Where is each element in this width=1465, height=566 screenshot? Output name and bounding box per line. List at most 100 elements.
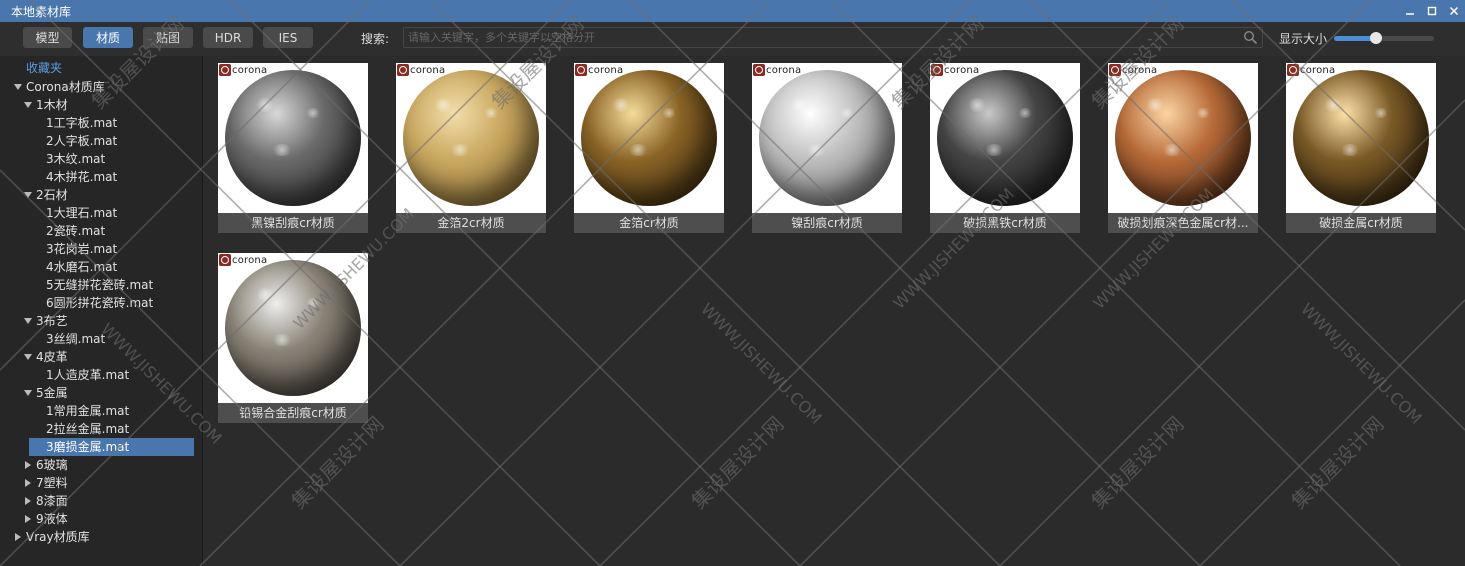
tree-item-label: 2石材 [36,188,68,202]
tree-item-label: 9液体 [36,512,68,526]
specular-highlight [611,98,631,112]
material-thumbnail[interactable]: corona [1286,63,1436,213]
material-card[interactable]: corona 黑镍刮痕cr材质 [218,63,368,233]
corona-logo-icon [1287,64,1299,76]
corona-logo: corona [931,64,979,76]
tree-item-file[interactable]: 4水磨石.mat [0,258,195,276]
collapse-arrow-icon[interactable] [25,515,31,523]
material-card[interactable]: corona 破损金属cr材质 [1286,63,1436,233]
search-label: 搜索: [361,32,390,46]
tree-item-folder[interactable]: Corona材质库 [0,78,195,96]
search-icon[interactable] [1243,30,1258,45]
corona-logo-text: corona [1122,64,1158,76]
tree-item-folder[interactable]: 2石材 [0,186,195,204]
tree-item-label: 2瓷砖.mat [46,224,106,238]
material-name: 破损金属cr材质 [1286,213,1436,233]
corona-logo-icon [219,64,231,76]
tab-texture[interactable]: 贴图 [143,27,193,48]
display-size-slider[interactable] [1334,32,1434,44]
tree-item-file[interactable]: 3磨损金属.mat [29,438,194,456]
tree-item-file[interactable]: 2人字板.mat [0,132,195,150]
specular-highlight [789,98,809,112]
tree-item-label: 3布艺 [36,314,68,328]
display-size-label: 显示大小 [1279,32,1328,46]
corona-logo: corona [397,64,445,76]
tree-item-file[interactable]: 3丝绸.mat [0,330,195,348]
slider-thumb[interactable] [1370,32,1382,44]
expand-arrow-icon[interactable] [24,102,32,108]
tree-item-label: 4水磨石.mat [46,260,118,274]
tree-item-label: 3丝绸.mat [46,332,106,346]
search-field[interactable] [403,27,1263,48]
favorites-link[interactable]: 收藏夹 [26,59,62,76]
specular-highlight [271,144,293,156]
tree-item-label: 1工字板.mat [46,116,118,130]
tree-item-folder[interactable]: 5金属 [0,384,195,402]
expand-arrow-icon[interactable] [24,354,32,360]
search-input[interactable] [408,29,1238,46]
tree-item-folder[interactable]: 3布艺 [0,312,195,330]
specular-highlight [483,108,499,118]
tree-item-folder[interactable]: Vray材质库 [0,528,195,546]
material-thumbnail[interactable]: corona [218,63,368,213]
specular-highlight [255,98,275,112]
tree-item-folder[interactable]: 1木材 [0,96,195,114]
material-card[interactable]: corona 金箔2cr材质 [396,63,546,233]
expand-arrow-icon[interactable] [24,192,32,198]
tree-item-folder[interactable]: 7塑料 [0,474,195,492]
material-thumbnail[interactable]: corona [218,253,368,403]
specular-highlight [661,108,677,118]
tree-item-folder[interactable]: 4皮革 [0,348,195,366]
tab-model[interactable]: 模型 [23,27,72,48]
tree-item-folder[interactable]: 8漆面 [0,492,195,510]
tree-item-file[interactable]: 1工字板.mat [0,114,195,132]
minimize-icon[interactable] [1399,0,1421,22]
material-card[interactable]: corona 镍刮痕cr材质 [752,63,902,233]
tree-item-folder[interactable]: 6玻璃 [0,456,195,474]
tree-item-file[interactable]: 2瓷砖.mat [0,222,195,240]
material-thumbnail[interactable]: corona [930,63,1080,213]
tree-item-file[interactable]: 4木拼花.mat [0,168,195,186]
tree-item-file[interactable]: 3花岗岩.mat [0,240,195,258]
tab-material[interactable]: 材质 [83,27,133,48]
tree-item-label: 6圆形拼花瓷砖.mat [46,296,154,310]
material-card[interactable]: corona 铅锡合金刮痕cr材质 [218,253,368,423]
collapse-arrow-icon[interactable] [25,479,31,487]
material-thumbnail[interactable]: corona [1108,63,1258,213]
corona-logo: corona [1287,64,1335,76]
expand-arrow-icon[interactable] [24,318,32,324]
collapse-arrow-icon[interactable] [15,533,21,541]
tab-hdr[interactable]: HDR [203,27,253,48]
tree-item-file[interactable]: 1人造皮革.mat [0,366,195,384]
maximize-icon[interactable] [1421,0,1443,22]
material-sphere-preview [225,260,361,396]
close-icon[interactable] [1443,0,1465,22]
material-thumbnail[interactable]: corona [574,63,724,213]
material-card[interactable]: corona 破损划痕深色金属cr材... [1108,63,1258,233]
material-card[interactable]: corona 破损黑铁cr材质 [930,63,1080,233]
collapse-arrow-icon[interactable] [25,497,31,505]
tree-item-label: Vray材质库 [26,530,90,544]
tree-item-file[interactable]: 6圆形拼花瓷砖.mat [0,294,195,312]
expand-arrow-icon[interactable] [24,390,32,396]
expand-arrow-icon[interactable] [14,84,22,90]
material-thumbnail[interactable]: corona [396,63,546,213]
tree-item-file[interactable]: 1常用金属.mat [0,402,195,420]
material-card[interactable]: corona 金箔cr材质 [574,63,724,233]
material-name: 黑镍刮痕cr材质 [218,213,368,233]
specular-highlight [433,98,453,112]
material-thumbnail[interactable]: corona [752,63,902,213]
tree-item-file[interactable]: 3木纹.mat [0,150,195,168]
tree-item-folder[interactable]: 9液体 [0,510,195,528]
corona-logo-text: corona [232,64,268,76]
tab-ies[interactable]: IES [263,27,313,48]
tree-item-label: 2拉丝金属.mat [46,422,130,436]
tree-item-file[interactable]: 2拉丝金属.mat [0,420,195,438]
window-title: 本地素材库 [11,4,72,19]
tree-item-file[interactable]: 5无缝拼花瓷砖.mat [0,276,195,294]
specular-highlight [1161,144,1183,156]
collapse-arrow-icon[interactable] [25,461,31,469]
tree-item-file[interactable]: 1大理石.mat [0,204,195,222]
specular-highlight [305,298,321,308]
corona-logo: corona [575,64,623,76]
